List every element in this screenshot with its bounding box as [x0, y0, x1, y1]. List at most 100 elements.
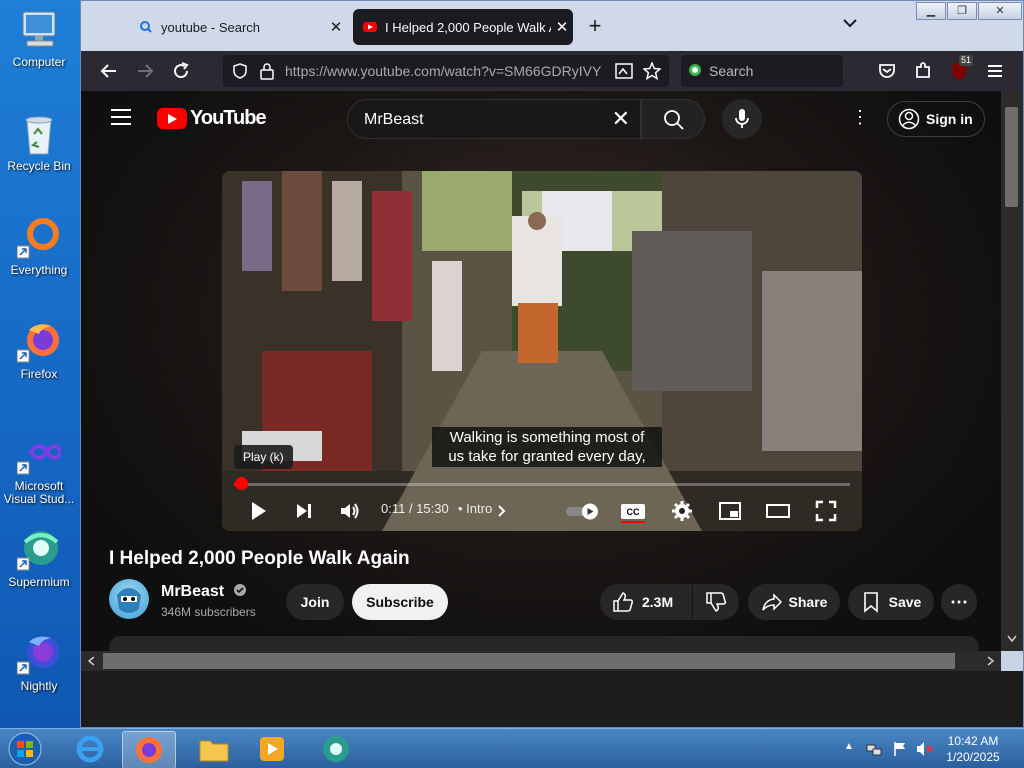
- extension-badge: 51: [959, 55, 974, 66]
- reader-view-icon[interactable]: [615, 63, 633, 79]
- channel-name[interactable]: MrBeast: [161, 583, 247, 601]
- next-video-icon[interactable]: [292, 499, 316, 523]
- scrubber-handle[interactable]: [235, 477, 248, 490]
- supermium-icon: [323, 736, 349, 762]
- player-controls: 0:11 / 15:30 • Intro CC: [222, 493, 862, 529]
- tab-youtube-search[interactable]: youtube - Search ✕: [129, 9, 347, 45]
- sign-in-button[interactable]: Sign in: [887, 101, 985, 137]
- youtube-search-input[interactable]: MrBeast ✕: [347, 99, 641, 139]
- recycle-bin-icon: [17, 112, 61, 156]
- taskbar-media-player[interactable]: [246, 731, 298, 767]
- youtube-play-icon: [157, 108, 187, 129]
- share-button[interactable]: Share: [748, 584, 840, 620]
- youtube-page: YouTube MrBeast ✕ ⋮ Sign in Walking is s…: [81, 91, 1001, 651]
- video-frame: [222, 171, 862, 531]
- internet-explorer-icon: [76, 735, 104, 763]
- scroll-left-arrow-icon[interactable]: [87, 656, 95, 666]
- closed-captions-icon[interactable]: CC: [620, 499, 646, 523]
- theater-mode-icon[interactable]: [766, 499, 790, 523]
- settings-gear-icon[interactable]: [670, 499, 694, 523]
- horizontal-scrollbar[interactable]: [81, 651, 1001, 671]
- search-bar[interactable]: Search: [681, 55, 843, 87]
- pocket-icon[interactable]: [875, 59, 899, 83]
- supermium-icon: [16, 528, 61, 572]
- desktop-icon-everything[interactable]: Everything: [3, 216, 75, 277]
- desktop-icon-label: Recycle Bin: [7, 159, 71, 173]
- vertical-scrollbar[interactable]: [1001, 91, 1023, 651]
- more-actions-button[interactable]: ⋯: [941, 584, 977, 620]
- menu-icon[interactable]: [983, 59, 1007, 83]
- channel-avatar[interactable]: [109, 579, 149, 619]
- like-button[interactable]: 2.3M: [600, 584, 692, 620]
- autoplay-toggle[interactable]: [564, 499, 600, 523]
- sign-in-label: Sign in: [926, 111, 973, 127]
- tab-strip: youtube - Search ✕ I Helped 2,000 People…: [81, 1, 1023, 51]
- network-icon[interactable]: [866, 741, 882, 757]
- verified-badge-icon: [233, 584, 246, 596]
- scroll-right-arrow-icon[interactable]: [987, 656, 995, 666]
- join-button[interactable]: Join: [286, 584, 344, 620]
- fullscreen-icon[interactable]: [814, 499, 838, 523]
- folder-icon: [199, 740, 229, 762]
- desktop-icon-supermium[interactable]: Supermium: [3, 528, 75, 589]
- subscribe-button[interactable]: Subscribe: [352, 584, 448, 620]
- video-player[interactable]: Walking is something most of us take for…: [222, 171, 862, 531]
- ublock-icon[interactable]: 51: [947, 55, 974, 83]
- forward-icon[interactable]: [133, 59, 157, 83]
- clear-search-icon[interactable]: ✕: [612, 106, 630, 132]
- browser-window: youtube - Search ✕ I Helped 2,000 People…: [80, 0, 1024, 728]
- taskbar-internet-explorer[interactable]: [64, 731, 116, 767]
- volume-muted-icon[interactable]: [916, 741, 934, 757]
- play-icon[interactable]: [246, 499, 270, 523]
- tab-video[interactable]: I Helped 2,000 People Walk Agai ✕: [353, 9, 573, 45]
- youtube-search-button[interactable]: [641, 99, 705, 139]
- settings-more-icon[interactable]: ⋮: [851, 107, 869, 128]
- channel-name-text: MrBeast: [161, 583, 225, 600]
- taskbar-firefox[interactable]: [122, 731, 176, 768]
- miniplayer-icon[interactable]: [718, 499, 742, 523]
- chapter-chevron-icon[interactable]: [496, 499, 508, 523]
- desktop-icon-firefox[interactable]: Firefox: [3, 320, 75, 381]
- tab-close-button[interactable]: ✕: [325, 18, 347, 36]
- scroll-down-arrow-icon[interactable]: [1007, 635, 1017, 643]
- save-button[interactable]: Save: [848, 584, 934, 620]
- list-all-tabs-icon[interactable]: [843, 15, 857, 31]
- youtube-logo[interactable]: YouTube: [157, 107, 267, 130]
- close-window-button[interactable]: ✕: [978, 2, 1022, 20]
- media-player-icon: [260, 737, 284, 761]
- reload-icon[interactable]: [169, 59, 193, 83]
- maximize-button[interactable]: ❐: [947, 2, 977, 20]
- desktop-icon-recycle-bin[interactable]: Recycle Bin: [3, 112, 75, 173]
- action-center-flag-icon[interactable]: [892, 741, 908, 757]
- visual-studio-icon: [16, 432, 64, 476]
- progress-bar[interactable]: [234, 483, 850, 486]
- search-placeholder: Search: [709, 63, 754, 79]
- new-tab-button[interactable]: +: [581, 13, 609, 39]
- taskbar-supermium[interactable]: [310, 731, 362, 767]
- extensions-icon[interactable]: [911, 59, 935, 83]
- description-box[interactable]: [109, 636, 979, 651]
- chapter-button[interactable]: • Intro: [458, 501, 492, 516]
- guide-menu-icon[interactable]: [111, 109, 131, 130]
- lock-icon[interactable]: [259, 62, 275, 80]
- desktop-icon-label: Everything: [10, 263, 68, 277]
- taskbar-file-explorer[interactable]: [188, 731, 240, 767]
- system-clock[interactable]: 10:42 AM 1/20/2025: [942, 733, 1004, 765]
- start-button[interactable]: [0, 731, 50, 767]
- tab-close-button[interactable]: ✕: [551, 18, 573, 36]
- vertical-scroll-thumb[interactable]: [1005, 107, 1018, 207]
- show-hidden-icons[interactable]: ▲: [844, 741, 854, 752]
- desktop-icon-nightly[interactable]: Nightly: [3, 632, 75, 693]
- volume-icon[interactable]: [338, 499, 362, 523]
- desktop-icon-visual-studio[interactable]: Microsoft Visual Stud...: [3, 432, 75, 506]
- minimize-button[interactable]: ▁: [916, 2, 946, 20]
- desktop-icon-computer[interactable]: Computer: [3, 8, 75, 69]
- subscriber-count: 346M subscribers: [161, 605, 256, 619]
- back-icon[interactable]: [97, 59, 121, 83]
- horizontal-scroll-thumb[interactable]: [103, 653, 955, 669]
- dislike-button[interactable]: [693, 584, 739, 620]
- shield-icon[interactable]: [231, 62, 249, 80]
- bookmark-star-icon[interactable]: [643, 62, 661, 80]
- address-bar[interactable]: https://www.youtube.com/watch?v=SM66GDRy…: [223, 55, 669, 87]
- voice-search-button[interactable]: [722, 99, 762, 139]
